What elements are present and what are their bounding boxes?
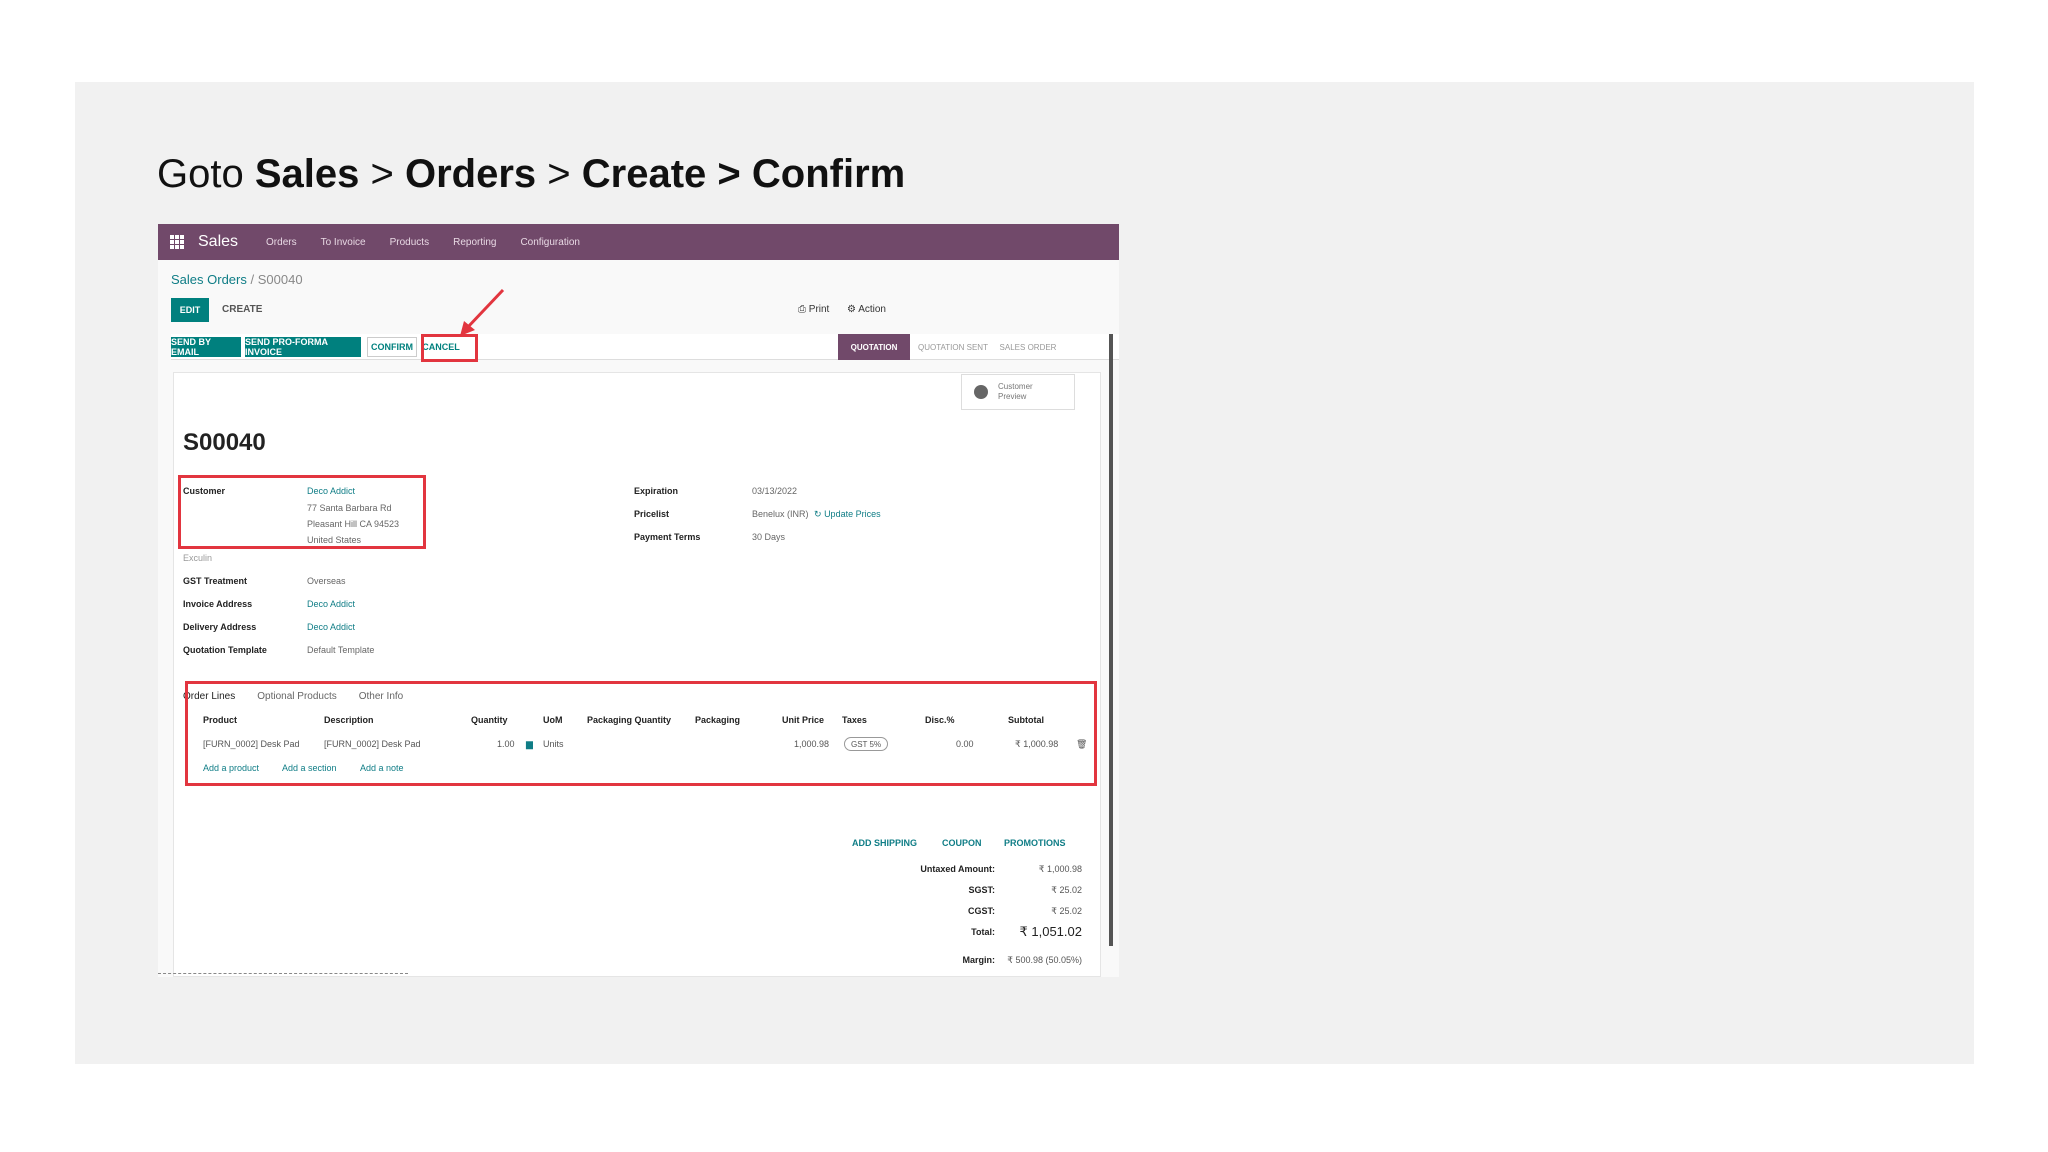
untaxed-value: ₹ 1,000.98 — [1038, 864, 1082, 874]
stage-quotation[interactable]: QUOTATION — [838, 334, 910, 360]
heading-separator: > — [547, 152, 571, 196]
nav-orders[interactable]: Orders — [266, 237, 297, 248]
quotation-template-value[interactable]: Default Template — [307, 645, 374, 655]
breadcrumb-current: S00040 — [257, 272, 303, 287]
invoice-address-label: Invoice Address — [183, 599, 253, 609]
slide-background: Goto Sales > Orders > Create > Confirm S… — [75, 82, 1974, 1064]
app-title[interactable]: Sales — [198, 233, 238, 251]
margin-label: Margin: — [962, 955, 996, 965]
print-menu[interactable]: ⎙ Print — [798, 304, 829, 315]
total-value: ₹ 1,051.02 — [1019, 924, 1083, 939]
refresh-icon: ↻ — [814, 509, 822, 519]
scrollbar[interactable] — [1109, 334, 1113, 946]
quotation-template-label: Quotation Template — [183, 645, 267, 655]
confirm-button[interactable]: CONFIRM — [367, 337, 417, 357]
status-bar: SEND BY EMAIL SEND PRO-FORMA INVOICE CON… — [171, 334, 1119, 360]
gst-treatment-value: Overseas — [307, 576, 346, 586]
heading-separator: > — [717, 152, 741, 196]
heading-create: Create — [581, 152, 707, 196]
pricelist-value[interactable]: Benelux (INR) — [752, 509, 809, 519]
promotions-button[interactable]: PROMOTIONS — [1004, 838, 1066, 848]
nav-reporting[interactable]: Reporting — [453, 237, 496, 248]
create-button[interactable]: CREATE — [222, 304, 262, 315]
order-title: S00040 — [183, 429, 266, 456]
heading-confirm: Confirm — [751, 152, 906, 196]
bottom-scroll-strip — [158, 973, 408, 977]
apps-grid-icon[interactable] — [170, 235, 184, 249]
add-shipping-button[interactable]: ADD SHIPPING — [852, 838, 917, 848]
edit-button[interactable]: EDIT — [171, 298, 209, 322]
coupon-button[interactable]: COUPON — [942, 838, 982, 848]
breadcrumb: Sales Orders / S00040 — [171, 272, 303, 287]
gstin-text: Exculin — [183, 553, 213, 563]
payment-terms-label: Payment Terms — [634, 532, 701, 542]
cgst-value: ₹ 25.02 — [1051, 906, 1082, 916]
pricelist-label: Pricelist — [634, 509, 670, 519]
delivery-address-link[interactable]: Deco Addict — [307, 622, 355, 632]
form-sheet — [173, 372, 1101, 977]
nav-products[interactable]: Products — [390, 237, 429, 248]
customer-highlight-box — [178, 475, 426, 549]
delivery-address-label: Delivery Address — [183, 622, 257, 632]
update-prices-button[interactable]: ↻ Update Prices — [814, 509, 881, 520]
preview-label: Preview — [998, 392, 1027, 401]
nav-to-invoice[interactable]: To Invoice — [321, 237, 366, 248]
sgst-value: ₹ 25.02 — [1051, 885, 1082, 895]
stage-sales-order[interactable]: SALES ORDER — [993, 334, 1063, 360]
untaxed-label: Untaxed Amount: — [920, 864, 995, 874]
expiration-value[interactable]: 03/13/2022 — [752, 486, 797, 496]
payment-terms-value[interactable]: 30 Days — [752, 532, 785, 542]
heading-sales: Sales — [254, 152, 360, 196]
cgst-label: CGST: — [968, 906, 995, 916]
stage-quotation-sent[interactable]: QUOTATION SENT — [913, 334, 993, 360]
invoice-address-link[interactable]: Deco Addict — [307, 599, 355, 609]
breadcrumb-separator: / — [250, 272, 255, 287]
total-label: Total: — [971, 927, 995, 937]
breadcrumb-sales-orders[interactable]: Sales Orders — [171, 272, 247, 287]
customer-preview-button[interactable]: Customer Preview — [961, 374, 1075, 410]
order-lines-highlight-box — [185, 681, 1097, 786]
odoo-screenshot: Sales Orders To Invoice Products Reporti… — [158, 224, 1119, 977]
top-navbar: Sales Orders To Invoice Products Reporti… — [158, 224, 1119, 260]
preview-label: Customer — [998, 382, 1033, 392]
sgst-label: SGST: — [968, 885, 995, 895]
margin-value: ₹ 500.98 (50.05%) — [1007, 955, 1082, 965]
nav-configuration[interactable]: Configuration — [520, 237, 579, 248]
send-proforma-button[interactable]: SEND PRO-FORMA INVOICE — [245, 337, 361, 357]
globe-icon — [974, 385, 988, 399]
heading-separator: > — [370, 152, 394, 196]
update-prices-label: Update Prices — [824, 509, 881, 519]
instruction-heading: Goto Sales > Orders > Create > Confirm — [157, 152, 905, 197]
heading-goto: Goto — [157, 152, 244, 196]
heading-orders: Orders — [404, 152, 537, 196]
gst-treatment-label: GST Treatment — [183, 576, 248, 586]
confirm-highlight-box — [421, 334, 478, 362]
expiration-label: Expiration — [634, 486, 679, 496]
action-menu[interactable]: ⚙ Action — [847, 304, 886, 315]
send-by-email-button[interactable]: SEND BY EMAIL — [171, 337, 241, 357]
